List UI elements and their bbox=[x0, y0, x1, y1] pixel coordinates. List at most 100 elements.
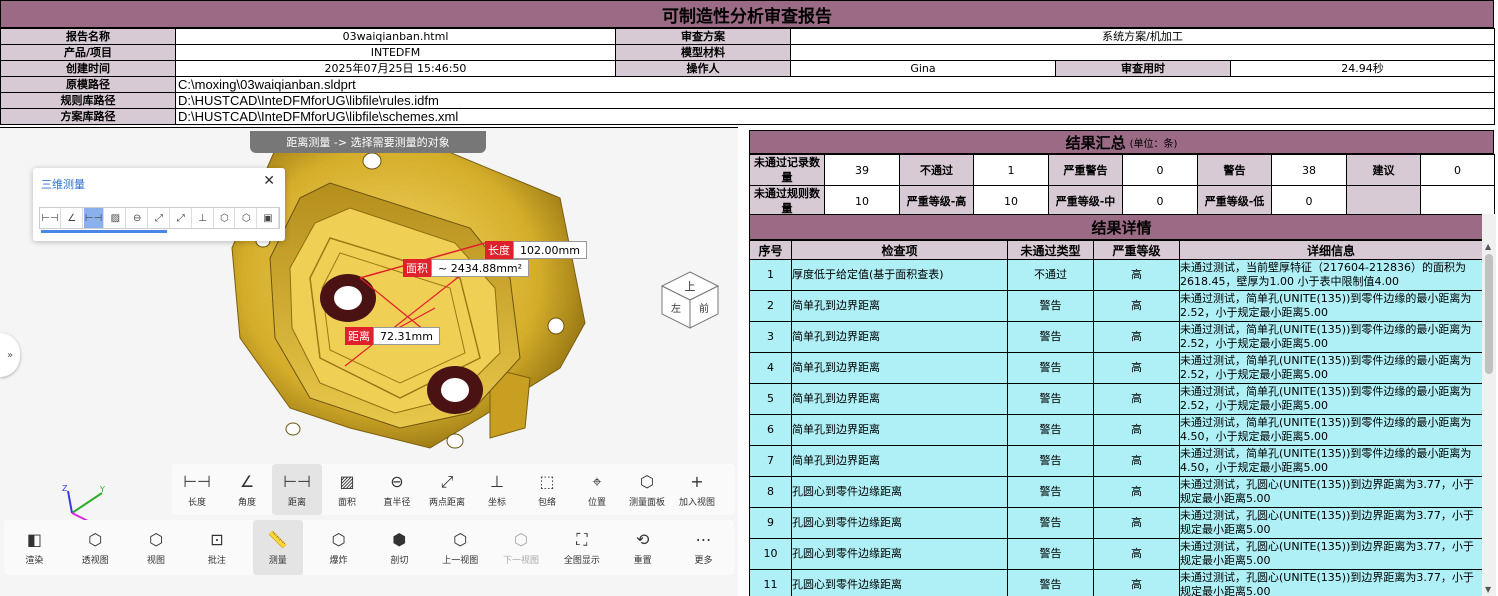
main-tool-icon: ⛶ bbox=[576, 529, 588, 549]
measure-tool-label: 两点距离 bbox=[428, 497, 465, 508]
main-toolbar-button[interactable]: ⟲ 重置 bbox=[618, 520, 668, 575]
table-row[interactable]: 6 简单孔到边界距离 警告高未通过测试，简单孔(UNITE(135))到零件边缘的最… bbox=[749, 414, 1482, 446]
scheme-value: 系统方案/机加工 bbox=[789, 28, 1496, 45]
svg-text:Y: Y bbox=[99, 485, 105, 494]
row-detail: 未通过测试，简单孔(UNITE(135))到零件边缘的最小距离为2.52，小于规… bbox=[1179, 321, 1482, 353]
measure-tool-icon: ∠ bbox=[239, 472, 255, 491]
main-tool-label: 爆炸 bbox=[329, 555, 348, 566]
measure-toolbar: ⊢⊣ 长度 ∠ 角度 ⊢⊣ 距离 ▨ 面积 ⊖ 直半径 ⤢ 两点距离 ⊥ 坐标 ⬚ 包络 ⌖ 位置 ⬡ 测量面板 + 加入… bbox=[172, 464, 735, 515]
angle-tool-icon[interactable]: ∠ bbox=[62, 208, 83, 228]
area-tool-icon[interactable]: ▨ bbox=[105, 208, 127, 228]
row-check-item: 简单孔到边界距离 bbox=[791, 445, 1008, 477]
report-title: 可制造性分析审查报告 bbox=[0, 0, 1494, 28]
diameter-tool-icon[interactable]: ⊖ bbox=[127, 208, 149, 228]
scroll-up-icon[interactable]: ▲ bbox=[1485, 242, 1491, 251]
table-row[interactable]: 3 简单孔到边界距离 警告高未通过测试，简单孔(UNITE(135))到零件边缘的最… bbox=[749, 321, 1482, 353]
table-row[interactable]: 1 厚度低于给定值(基于面积查表) 不通过高未通过测试，当前壁厚特征（217604-… bbox=[749, 259, 1482, 291]
close-icon[interactable]: ✕ bbox=[263, 173, 275, 189]
main-toolbar-button[interactable]: ⬢ 剖切 bbox=[374, 520, 424, 575]
row-number: 4 bbox=[749, 352, 792, 384]
cube-tool-icon[interactable]: ⬡ bbox=[236, 208, 258, 228]
created-label: 创建时间 bbox=[0, 60, 176, 77]
distance-tool-icon[interactable]: ⊢⊣ bbox=[83, 208, 105, 228]
measure-panel-title: 三维测量 bbox=[41, 178, 85, 191]
measure-toolbar-button[interactable]: + 加入视图 bbox=[672, 464, 722, 515]
measure-tool-icon: ⤢ bbox=[440, 471, 454, 491]
measure-toolbar-button[interactable]: ∠ 角度 bbox=[222, 464, 272, 515]
created-value: 2025年07月25日 15:46:50 bbox=[175, 60, 616, 77]
main-toolbar-button[interactable]: ⬡ 爆炸 bbox=[314, 520, 364, 575]
report-name-label: 报告名称 bbox=[0, 28, 176, 45]
row-severity: 高 bbox=[1093, 321, 1180, 353]
measure-tool-icon: ⬡ bbox=[640, 472, 654, 491]
measure-toolbar-button[interactable]: ▨ 面积 bbox=[322, 464, 372, 515]
length-tool-icon[interactable]: ⊢⊣ bbox=[40, 208, 61, 228]
report-name-value: 03waiqianban.html bbox=[175, 28, 616, 45]
measure-toolbar-button[interactable]: ⊢⊣ 距离 bbox=[272, 464, 322, 515]
main-toolbar-button[interactable]: ⛶ 全图显示 bbox=[557, 520, 607, 575]
measure-tool-icon: ⊖ bbox=[390, 472, 404, 491]
main-toolbar-button[interactable]: ⊡ 批注 bbox=[192, 520, 242, 575]
main-tool-icon: ⟲ bbox=[635, 530, 650, 549]
envelope-tool-icon[interactable]: ⬡ bbox=[215, 208, 236, 228]
row-fail-type: 警告 bbox=[1007, 538, 1094, 570]
coord-tool-icon[interactable]: ⤢ bbox=[171, 208, 192, 228]
level-mid-value: 0 bbox=[1122, 185, 1198, 217]
details-header-cell: 检查项 bbox=[791, 240, 1008, 260]
summary-title: 结果汇总 (单位：条) bbox=[749, 130, 1494, 154]
main-toolbar-button[interactable]: ◧ 渲染 bbox=[9, 520, 59, 575]
details-scrollbar[interactable]: ▲ ▼ bbox=[1482, 214, 1496, 596]
duration-label: 审查用时 bbox=[1055, 60, 1231, 77]
main-toolbar-button[interactable]: ⬡ 下一视图 bbox=[496, 520, 546, 575]
measure-toolbar-button[interactable]: ⤢ 两点距离 bbox=[422, 464, 472, 515]
severe-warning-label: 严重警告 bbox=[1048, 154, 1123, 186]
row-severity: 高 bbox=[1093, 383, 1180, 415]
row-check-item: 简单孔到边界距离 bbox=[791, 352, 1008, 384]
table-row[interactable]: 10 孔圆心到零件边缘距离 警告高未通过测试，孔圆心(UNITE(135))到边界距… bbox=[749, 538, 1482, 570]
summary-unit: (单位：条) bbox=[1129, 138, 1178, 150]
table-row[interactable]: 11 孔圆心到零件边缘距离 警告高未通过测试，孔圆心(UNITE(135))到边界距… bbox=[749, 569, 1482, 596]
measure-toolbar-button[interactable]: ⬚ 包络 bbox=[522, 464, 572, 515]
measure-toolbar-button[interactable]: ⊢⊣ 长度 bbox=[172, 464, 222, 515]
two-point-tool-icon[interactable]: ⤢ bbox=[149, 208, 170, 228]
row-fail-type: 警告 bbox=[1007, 321, 1094, 353]
main-toolbar-button[interactable]: 📏 测量 bbox=[252, 520, 303, 575]
table-row[interactable]: 9 孔圆心到零件边缘距离 警告高未通过测试，孔圆心(UNITE(135))到边界距离… bbox=[749, 507, 1482, 539]
table-row[interactable]: 4 简单孔到边界距离 警告高未通过测试，简单孔(UNITE(135))到零件边缘的最… bbox=[749, 352, 1482, 384]
main-toolbar-button[interactable]: ⋯ 更多 bbox=[679, 520, 729, 575]
details-scroll-area[interactable]: 序号 检查项 未通过类型 严重等级 详细信息 1 厚度低于给定值(基于面积查表) 不通过高未… bbox=[749, 240, 1482, 596]
main-tool-icon: ⋯ bbox=[695, 530, 712, 549]
row-detail: 未通过测试，孔圆心(UNITE(135))到边界距离为3.77，小于规定最小距离… bbox=[1179, 507, 1482, 539]
row-severity: 高 bbox=[1093, 507, 1180, 539]
measure-toolbar-button[interactable]: ⊖ 直半径 bbox=[372, 464, 422, 515]
area-tag-key: 面积 bbox=[403, 259, 431, 277]
table-row[interactable]: 2 简单孔到边界距离 警告高未通过测试，简单孔(UNITE(135))到零件边缘的最… bbox=[749, 290, 1482, 322]
measure-tool-strip: ⊢⊣ ∠ ⊢⊣ ▨ ⊖ ⤢ ⤢ ⊥ ⬡ ⬡ ▣ bbox=[39, 207, 280, 229]
model-path-value: C:\moxing\03waiqianban.sldprt bbox=[174, 76, 1496, 93]
scrollbar-thumb[interactable] bbox=[1485, 254, 1493, 374]
distance-tag-key: 距离 bbox=[345, 327, 373, 345]
row-number: 3 bbox=[749, 321, 792, 353]
panel-tool-icon[interactable]: ▣ bbox=[258, 208, 279, 228]
measure-tool-label: 加入视图 bbox=[678, 497, 715, 508]
measure-toolbar-button[interactable]: ⬡ 测量面板 bbox=[622, 464, 672, 515]
details-header-cell: 详细信息 bbox=[1179, 240, 1482, 260]
row-check-item: 孔圆心到零件边缘距离 bbox=[791, 569, 1008, 596]
main-toolbar-button[interactable]: ⬡ 视图 bbox=[131, 520, 181, 575]
measure-tool-icon: ⌖ bbox=[592, 471, 602, 491]
position-tool-icon[interactable]: ⊥ bbox=[193, 208, 214, 228]
main-tool-label: 剖切 bbox=[390, 555, 409, 566]
row-fail-type: 不通过 bbox=[1007, 259, 1094, 291]
main-toolbar-button[interactable]: ⬡ 上一视图 bbox=[435, 520, 485, 575]
view-cube-icon[interactable]: 上 左 前 bbox=[658, 268, 722, 332]
table-row[interactable]: 8 孔圆心到零件边缘距离 警告高未通过测试，孔圆心(UNITE(135))到边界距离… bbox=[749, 476, 1482, 508]
table-row[interactable]: 7 简单孔到边界距离 警告高未通过测试，简单孔(UNITE(135))到零件边缘的最… bbox=[749, 445, 1482, 477]
scroll-down-icon[interactable]: ▼ bbox=[1485, 585, 1491, 594]
main-toolbar-button[interactable]: ⬡ 透视图 bbox=[70, 520, 120, 575]
table-row[interactable]: 5 简单孔到边界距离 警告高未通过测试，简单孔(UNITE(135))到零件边缘的最… bbox=[749, 383, 1482, 415]
schemes-path-label: 方案库路径 bbox=[0, 108, 176, 125]
measure-toolbar-button[interactable]: ⌖ 位置 bbox=[572, 464, 622, 515]
row-severity: 高 bbox=[1093, 538, 1180, 570]
3d-viewer[interactable]: 距离测量 -> 选择需要测量的对象 长度 102.00mm 面积 ~ 2434.… bbox=[0, 127, 738, 596]
measure-toolbar-button[interactable]: ⊥ 坐标 bbox=[472, 464, 522, 515]
